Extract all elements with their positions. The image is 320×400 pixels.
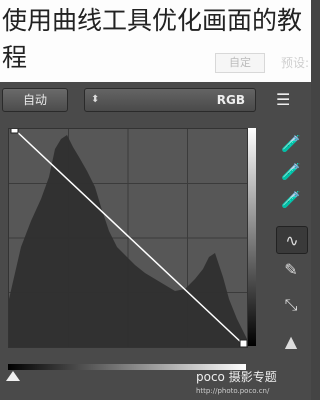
eyedropper-white-icon[interactable]: 🧪 xyxy=(276,186,306,212)
clipping-warning-icon[interactable]: ▲ xyxy=(276,328,306,354)
channel-select[interactable]: ⬍ RGB xyxy=(84,88,256,112)
eyedropper-black-icon[interactable]: 🧪 xyxy=(276,130,306,156)
preset-value: 自定 xyxy=(215,53,265,73)
auto-button[interactable]: 自动 xyxy=(2,88,68,112)
curves-panel: 自动 ⬍ RGB ☰ 🧪 🧪 🧪 ∿ ✎ ⤡ ▲ poco 摄影专题 http:… xyxy=(0,82,311,400)
output-gradient-bar xyxy=(248,128,256,346)
watermark-url: http://photo.poco.cn/ xyxy=(196,387,270,395)
sliders-icon[interactable]: ☰ xyxy=(276,90,306,110)
curve-graph[interactable] xyxy=(8,125,248,348)
curve-point-start xyxy=(10,125,19,134)
curve-point-end xyxy=(239,339,248,348)
channel-value: RGB xyxy=(216,93,245,107)
curve-svg xyxy=(9,125,248,348)
eyedropper-gray-icon[interactable]: 🧪 xyxy=(276,158,306,184)
smooth-icon[interactable]: ⤡ xyxy=(276,292,306,318)
article-title-overlay: 使用曲线工具优化画面的教程 自定 预设: xyxy=(0,0,311,82)
curve-tool-icon[interactable]: ∿ xyxy=(276,226,308,254)
watermark: poco 摄影专题 http://photo.poco.cn/ xyxy=(196,368,306,396)
pencil-icon[interactable]: ✎ xyxy=(276,256,306,282)
preset-label: 预设: xyxy=(280,56,309,70)
watermark-brand: poco 摄影专题 xyxy=(196,370,277,384)
black-point-slider[interactable] xyxy=(6,371,20,381)
chevron-updown-icon: ⬍ xyxy=(91,94,100,105)
